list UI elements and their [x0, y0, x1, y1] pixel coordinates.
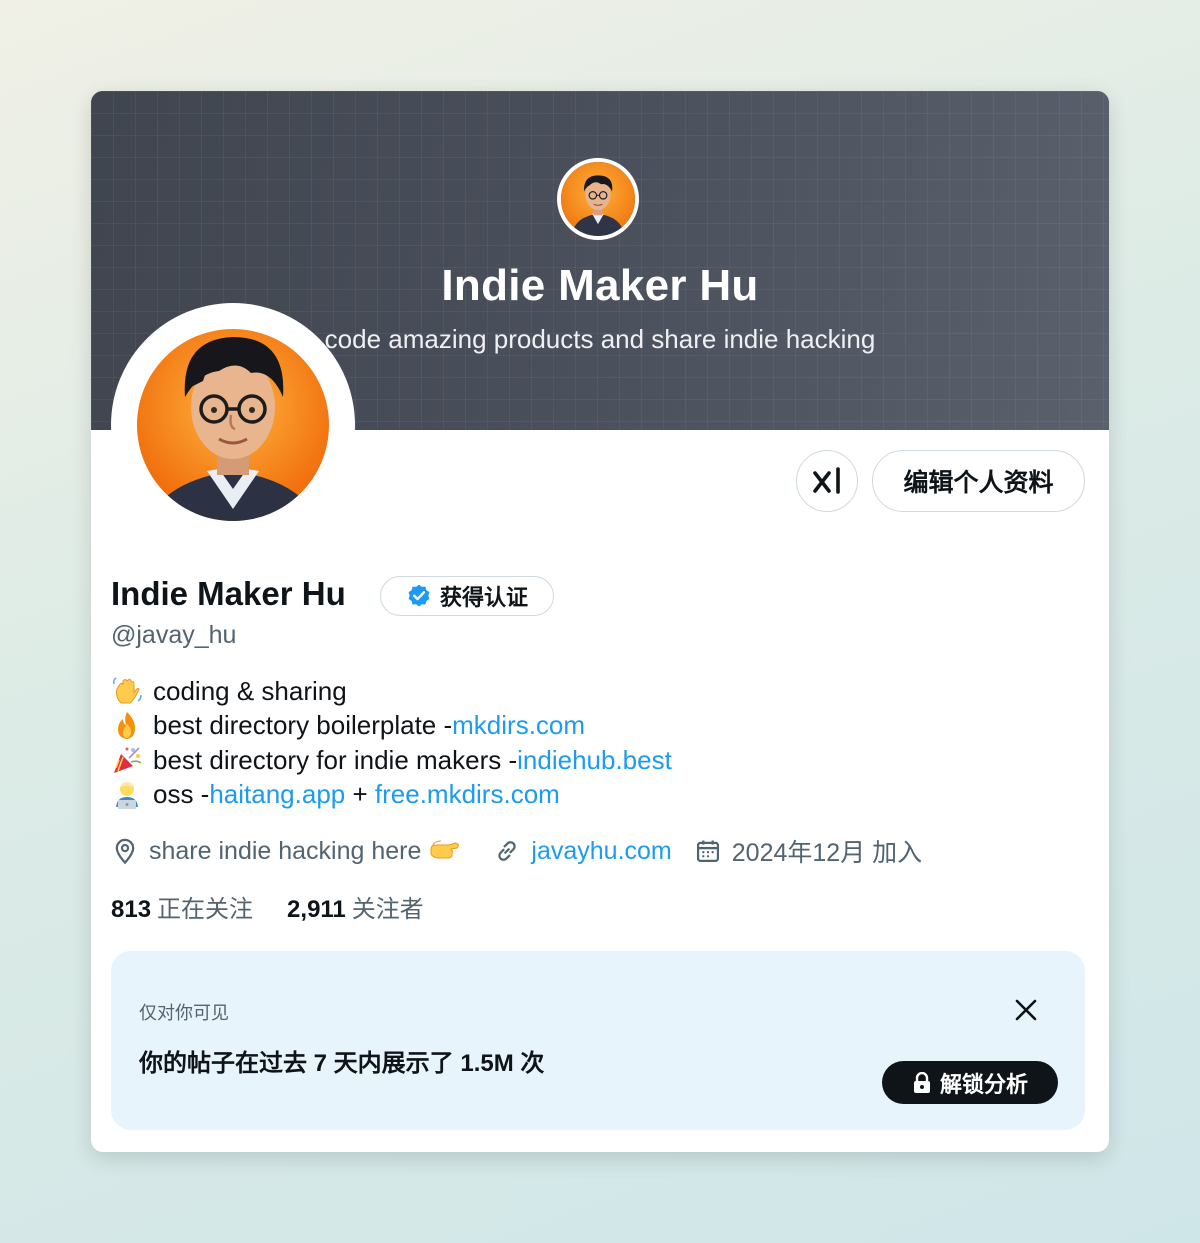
- follow-counts: 813 正在关注 2,911 关注者: [111, 889, 458, 924]
- avatar-illustration-icon: [561, 162, 635, 236]
- location-pin-icon: [111, 837, 139, 865]
- unlock-label: 解锁分析: [939, 1071, 1028, 1097]
- bio-text: best directory for indie makers -: [153, 744, 518, 775]
- bio-link-haitang[interactable]: haitang.app: [209, 779, 345, 810]
- waving-hand-icon: [111, 675, 145, 707]
- meta-website: javayhu.com: [493, 837, 672, 866]
- following-label: 正在关注: [157, 896, 254, 923]
- close-button[interactable]: [1011, 995, 1041, 1025]
- banner-avatar: [557, 158, 639, 240]
- bio-text: coding & sharing: [153, 675, 347, 706]
- pointing-right-icon: [429, 835, 463, 867]
- avatar-illustration-icon: [137, 329, 329, 521]
- notice-label: 仅对你可见: [139, 1003, 229, 1023]
- grok-button[interactable]: [796, 450, 858, 512]
- verified-badge[interactable]: 获得认证: [380, 576, 554, 616]
- fire-icon: [111, 710, 145, 742]
- bio-line: best directory for indie makers - indieh…: [111, 743, 672, 778]
- link-icon: [493, 837, 521, 865]
- profile-handle: @javay_hu: [111, 621, 237, 649]
- analytics-notice: 仅对你可见 你的帖子在过去 7 天内展示了 1.5M 次 解锁分析: [111, 951, 1085, 1130]
- notice-text: 你的帖子在过去 7 天内展示了 1.5M 次: [139, 1050, 545, 1077]
- bio-line: coding & sharing: [111, 674, 672, 709]
- profile-bio: coding & sharing best directory boilerpl…: [111, 674, 672, 812]
- following-number: 813: [111, 896, 152, 923]
- verified-label: 获得认证: [439, 585, 528, 610]
- bio-text: best directory boilerplate -: [153, 710, 453, 741]
- technologist-icon: [111, 779, 145, 811]
- bio-text: oss -: [153, 779, 210, 810]
- meta-location: share indie hacking here: [111, 835, 471, 867]
- meta-joined: 2024年12月 加入: [694, 833, 922, 869]
- website-link[interactable]: javayhu.com: [531, 837, 671, 866]
- grok-icon: [813, 467, 840, 494]
- bio-separator: +: [345, 779, 375, 810]
- profile-name: Indie Maker Hu: [111, 575, 346, 612]
- profile-card: Indie Maker Hu code amazing products and…: [91, 91, 1109, 1152]
- followers-number: 2,911: [287, 896, 346, 923]
- close-icon: [1015, 999, 1037, 1021]
- bio-link-free-mkdirs[interactable]: free.mkdirs.com: [375, 779, 560, 810]
- bio-link-indiehub[interactable]: indiehub.best: [517, 745, 672, 776]
- joined-text: 2024年12月 加入: [731, 839, 923, 867]
- edit-profile-button[interactable]: 编辑个人资料: [872, 450, 1085, 512]
- bio-line: best directory boilerplate - mkdirs.com: [111, 709, 672, 744]
- followers-label: 关注者: [351, 896, 424, 923]
- followers-count[interactable]: 2,911 关注者: [287, 889, 424, 924]
- profile-avatar[interactable]: [111, 303, 355, 547]
- bio-line: oss - haitang.app + free.mkdirs.com: [111, 778, 672, 813]
- unlock-analytics-button[interactable]: 解锁分析: [882, 1061, 1058, 1104]
- profile-meta: share indie hacking here javayhu.com 202…: [111, 831, 944, 871]
- verified-check-icon: [408, 584, 430, 607]
- party-popper-icon: [111, 744, 145, 776]
- location-text: share indie hacking here: [149, 836, 422, 865]
- bio-link-mkdirs[interactable]: mkdirs.com: [452, 710, 585, 741]
- calendar-icon: [694, 837, 722, 865]
- lock-icon: [913, 1071, 930, 1093]
- following-count[interactable]: 813 正在关注: [111, 889, 253, 924]
